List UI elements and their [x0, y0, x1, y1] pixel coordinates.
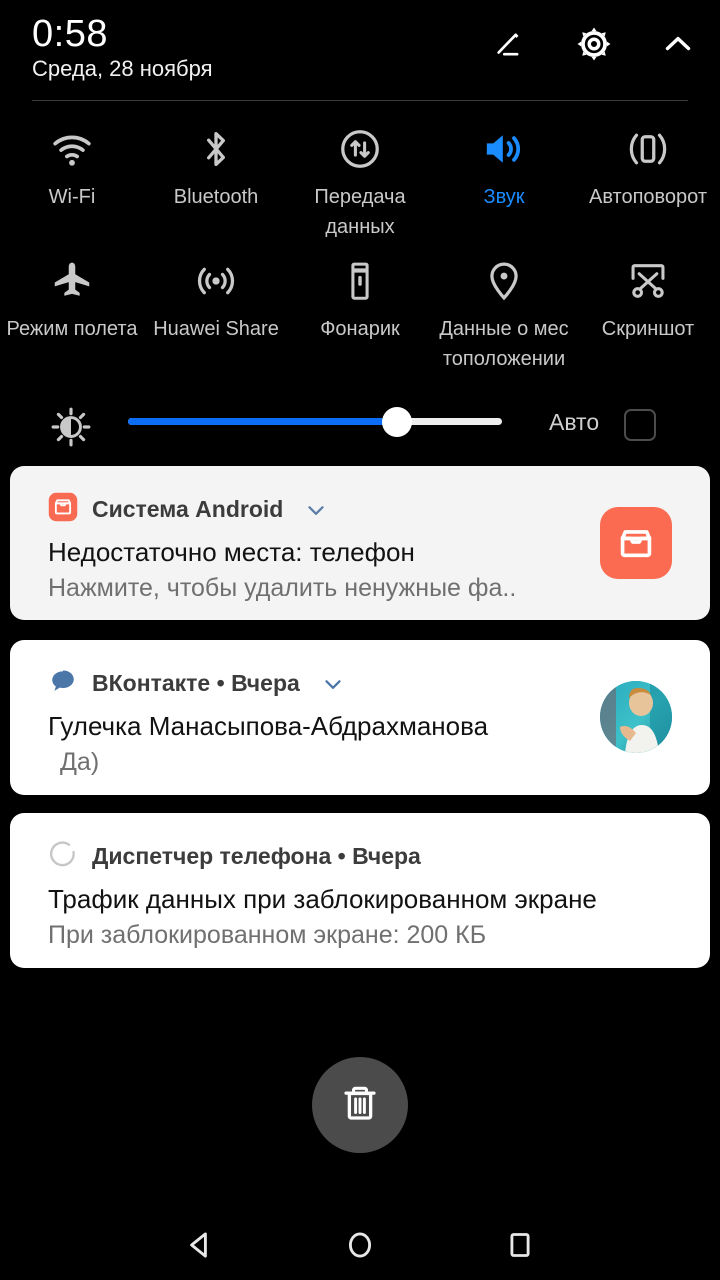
data-transfer-icon: [337, 118, 383, 180]
tile-label: Скриншот: [601, 318, 695, 340]
back-triangle-icon[interactable]: [155, 1210, 245, 1280]
tile-label: Huawei Share: [153, 318, 279, 340]
inbox-tray-icon: [600, 507, 672, 579]
home-circle-icon[interactable]: [315, 1210, 405, 1280]
brightness-slider-fill: [128, 418, 398, 425]
bluetooth-icon: [194, 118, 238, 180]
tile-label: Передача данных: [314, 186, 406, 238]
notification-body: При заблокированном экране: 200 КБ: [48, 921, 487, 949]
quick-settings-row-1: Wi-Fi Bluetooth Передача данных Звук Авт…: [0, 118, 720, 242]
notification-title: Гулечка Манасыпова-Абдрахманова: [48, 711, 489, 741]
tile-sound[interactable]: Звук: [432, 118, 576, 242]
tile-label: Автоповорот: [588, 186, 708, 208]
tile-flashlight[interactable]: Фонарик: [288, 250, 432, 374]
tile-label: Фонарик: [320, 318, 400, 340]
tile-label: Режим полета: [6, 318, 138, 340]
flashlight-icon: [337, 250, 383, 312]
header-actions: [490, 24, 698, 64]
clock-date: Среда, 28 ноября: [32, 56, 213, 81]
screenshot-scissors-icon: [625, 250, 671, 312]
auto-rotate-icon: [625, 118, 671, 180]
status-header: 0:58 Среда, 28 ноября: [0, 0, 720, 104]
quick-settings-panel: Wi-Fi Bluetooth Передача данных Звук Авт…: [0, 118, 720, 374]
notification-header: ВКонтакте • Вчера: [48, 666, 346, 701]
tile-huawei-share[interactable]: Huawei Share: [144, 250, 288, 374]
recents-square-icon[interactable]: [475, 1210, 565, 1280]
notification-body: Нажмите, чтобы удалить ненужные фа..: [48, 574, 517, 602]
notification-card-vkontakte[interactable]: ВКонтакте • Вчера Гулечка Манасыпова-Абд…: [10, 640, 710, 795]
tile-location[interactable]: Данные о мес тоположении: [432, 250, 576, 374]
tile-wifi[interactable]: Wi-Fi: [0, 118, 144, 242]
navigation-bar: [0, 1210, 720, 1280]
brightness-sun-icon: [48, 406, 94, 448]
notification-card-phone-manager[interactable]: Диспетчер телефона • Вчера Трафик данных…: [10, 813, 710, 968]
tile-label: Wi-Fi: [48, 186, 96, 208]
chat-bubble-icon: [48, 666, 78, 701]
notification-app-name: ВКонтакте • Вчера: [92, 670, 300, 696]
notification-title: Недостаточно места: телефон: [48, 537, 415, 567]
tile-screenshot[interactable]: Скриншот: [576, 250, 720, 374]
notification-app-name: Система Android: [92, 496, 284, 522]
tile-bluetooth[interactable]: Bluetooth: [144, 118, 288, 242]
notification-shade: 0:58 Среда, 28 ноября Wi-Fi Bluetooth Пе…: [0, 0, 720, 1280]
tile-label: Bluetooth: [173, 186, 259, 208]
tile-auto-rotate[interactable]: Автоповорот: [576, 118, 720, 242]
notification-title: Трафик данных при заблокированном экране: [48, 884, 597, 914]
quick-settings-row-2: Режим полета Huawei Share Фонарик Данные…: [0, 250, 720, 374]
trash-can-icon: [338, 1081, 382, 1130]
auto-brightness-checkbox[interactable]: [624, 409, 656, 441]
clear-all-notifications-button[interactable]: [312, 1057, 408, 1153]
settings-gear-icon[interactable]: [574, 24, 614, 64]
notification-header: Система Android: [48, 492, 329, 527]
brightness-row: [0, 396, 720, 456]
notification-header: Диспетчер телефона • Вчера: [48, 839, 421, 874]
sound-speaker-icon: [480, 118, 528, 180]
loading-ring-icon: [48, 839, 78, 874]
tile-airplane-mode[interactable]: Режим полета: [0, 250, 144, 374]
tile-mobile-data[interactable]: Передача данных: [288, 118, 432, 242]
tile-label: Звук: [483, 186, 525, 208]
collapse-chevron-up-icon[interactable]: [658, 24, 698, 64]
header-divider: [32, 100, 688, 101]
expand-chevron-down-icon[interactable]: [320, 671, 346, 697]
notification-app-name: Диспетчер телефона • Вчера: [92, 843, 421, 869]
edit-pencil-icon[interactable]: [490, 24, 530, 64]
contact-avatar-photo: [600, 681, 672, 753]
expand-chevron-down-icon[interactable]: [303, 497, 329, 523]
notification-body: Да): [60, 748, 100, 776]
notification-card-android-system[interactable]: Система Android Недостаточно места: теле…: [10, 466, 710, 620]
airplane-icon: [49, 250, 95, 312]
tile-label: Данные о мес тоположении: [439, 318, 569, 370]
huawei-share-icon: [193, 250, 239, 312]
clock-time: 0:58: [32, 13, 108, 55]
location-pin-icon: [481, 250, 527, 312]
wifi-icon: [49, 118, 95, 180]
inbox-tray-icon: [48, 492, 78, 527]
auto-brightness-label: Авто: [549, 409, 600, 435]
brightness-slider[interactable]: [128, 418, 502, 425]
